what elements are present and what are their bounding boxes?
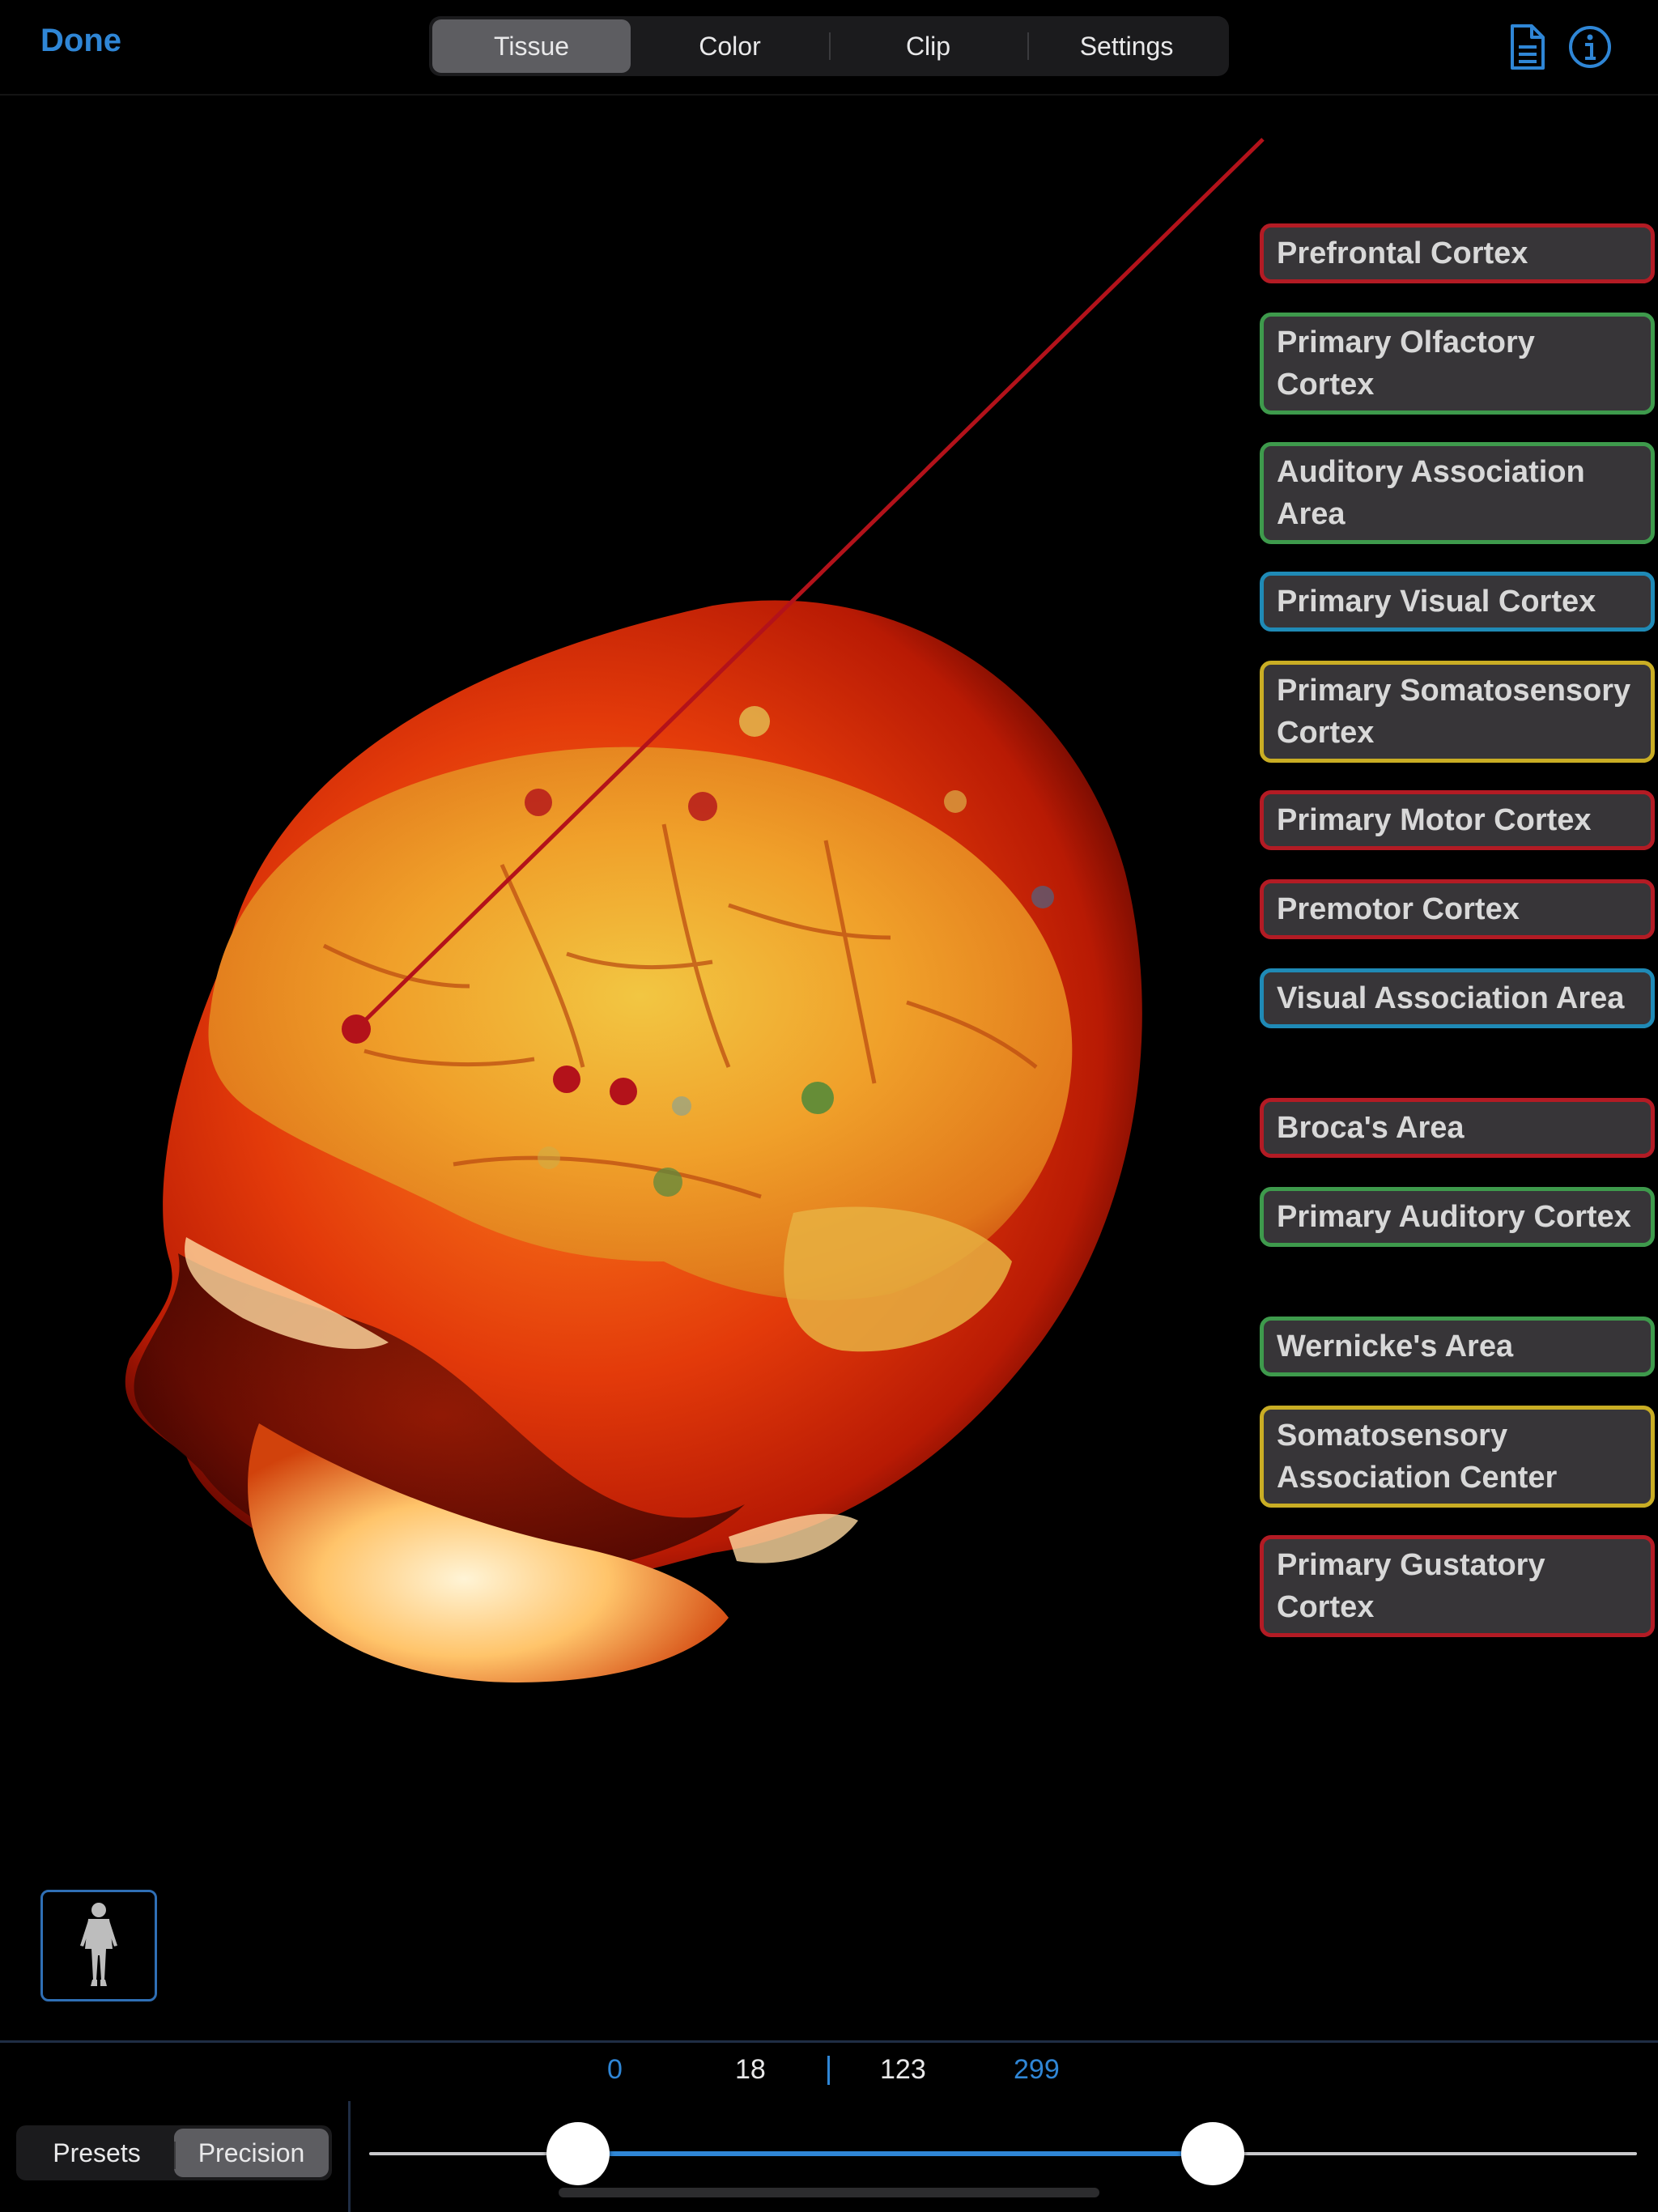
- tab-presets[interactable]: Presets: [19, 2129, 174, 2177]
- label-somatosensory-association-center[interactable]: Somatosensory Association Center: [1260, 1406, 1655, 1508]
- top-toolbar: Done Tissue Color Clip Settings: [0, 0, 1658, 96]
- tab-precision[interactable]: Precision: [174, 2129, 329, 2177]
- document-icon[interactable]: [1504, 23, 1550, 71]
- range-readout: 0 18 123 299: [0, 2040, 1658, 2104]
- tab-color[interactable]: Color: [631, 19, 829, 73]
- range-min-value: 0: [607, 2054, 623, 2085]
- label-primary-auditory-cortex[interactable]: Primary Auditory Cortex: [1260, 1187, 1655, 1247]
- label-visual-association-area[interactable]: Visual Association Area: [1260, 968, 1655, 1028]
- bottom-divider: [348, 2101, 351, 2212]
- volume-render-viewport[interactable]: Prefrontal Cortex Primary Olfactory Cort…: [0, 96, 1658, 2040]
- tab-clip[interactable]: Clip: [829, 19, 1027, 73]
- range-divider: [827, 2056, 830, 2085]
- label-prefrontal-cortex[interactable]: Prefrontal Cortex: [1260, 223, 1655, 283]
- tab-settings[interactable]: Settings: [1027, 19, 1226, 73]
- body-orientation-thumbnail[interactable]: [40, 1890, 157, 2001]
- human-figure-icon: [80, 1903, 117, 1986]
- slider-selected-range: [578, 2151, 1214, 2156]
- label-primary-gustatory-cortex[interactable]: Primary Gustatory Cortex: [1260, 1535, 1655, 1637]
- tab-tissue[interactable]: Tissue: [432, 19, 631, 73]
- info-icon[interactable]: [1567, 23, 1613, 71]
- label-auditory-association-area[interactable]: Auditory Association Area: [1260, 442, 1655, 544]
- home-indicator: [559, 2188, 1099, 2197]
- range-slider[interactable]: [369, 2101, 1637, 2190]
- label-premotor-cortex[interactable]: Premotor Cortex: [1260, 879, 1655, 939]
- range-max-value: 299: [1014, 2054, 1060, 2085]
- mode-segmented-control: Presets Precision: [16, 2125, 332, 2180]
- range-high-value: 123: [880, 2054, 926, 2085]
- done-button[interactable]: Done: [40, 23, 121, 59]
- label-wernickes-area[interactable]: Wernicke's Area: [1260, 1317, 1655, 1376]
- slider-low-handle[interactable]: [546, 2122, 610, 2185]
- label-brocas-area[interactable]: Broca's Area: [1260, 1098, 1655, 1158]
- label-primary-somatosensory-cortex[interactable]: Primary Somatosensory Cortex: [1260, 661, 1655, 763]
- slider-high-handle[interactable]: [1181, 2122, 1245, 2185]
- label-primary-olfactory-cortex[interactable]: Primary Olfactory Cortex: [1260, 313, 1655, 415]
- label-primary-visual-cortex[interactable]: Primary Visual Cortex: [1260, 572, 1655, 632]
- label-primary-motor-cortex[interactable]: Primary Motor Cortex: [1260, 790, 1655, 850]
- view-mode-segmented-control: Tissue Color Clip Settings: [429, 16, 1229, 76]
- range-low-value: 18: [735, 2054, 766, 2085]
